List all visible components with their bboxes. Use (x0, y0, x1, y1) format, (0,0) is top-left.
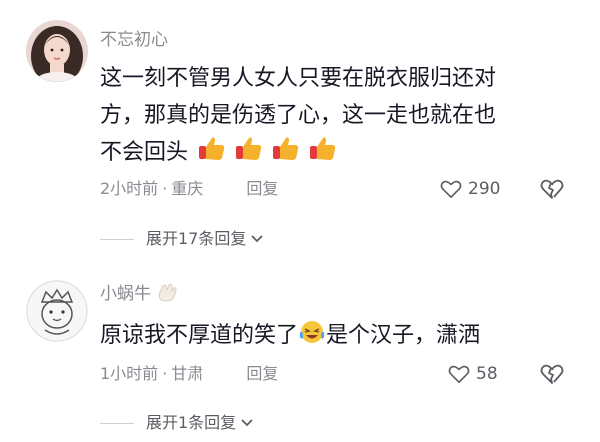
comment-meta: 1小时前 · 甘肃 回复 (100, 363, 278, 385)
comment-2: 小蜗牛 原谅我不厚道的笑了 是个汉子，潇洒 1小时前 · 甘肃 回复 58 展开1条回… (0, 260, 600, 442)
dislike-button[interactable] (540, 363, 564, 389)
thumbs-up-emoji-icon (310, 137, 336, 160)
heart-icon (448, 365, 470, 383)
chevron-down-icon (241, 419, 253, 427)
broken-heart-icon (540, 364, 564, 384)
waving-hand-icon (159, 283, 177, 302)
meta-separator: · (162, 364, 168, 383)
like-button[interactable]: 290 (440, 178, 500, 200)
username-text: 小蜗牛 (100, 284, 151, 304)
like-count: 290 (468, 179, 501, 199)
comment-meta: 2小时前 · 重庆 回复 (100, 178, 278, 200)
thumbs-up-emoji-icon (273, 137, 299, 160)
username[interactable]: 不忘初心 (100, 29, 168, 51)
heart-icon (440, 180, 462, 198)
like-count: 58 (476, 364, 498, 384)
expand-replies-button[interactable]: 展开17条回复 (100, 228, 264, 250)
comment-text: 原谅我不厚道的笑了 是个汉子，潇洒 (100, 317, 570, 354)
chevron-down-icon (251, 235, 264, 243)
divider-line (100, 422, 134, 424)
comment-location: 重庆 (171, 179, 204, 198)
thumbs-up-emoji-group (197, 137, 338, 165)
comment-time: 1小时前 (100, 364, 159, 383)
thumbs-up-emoji-icon (236, 137, 262, 160)
comment-1: 不忘初心 这一刻不管男人女人只要在脱衣服归还对 方，那真的是伤透了心，这一走也就… (0, 0, 600, 260)
username[interactable]: 小蜗牛 (100, 282, 178, 305)
comment-text-segment: 原谅我不厚道的笑了 (100, 323, 299, 348)
reply-button[interactable]: 回复 (246, 364, 278, 383)
dislike-button[interactable] (540, 178, 564, 204)
expand-replies-label: 展开17条回复 (146, 229, 247, 248)
meta-separator: · (162, 179, 168, 198)
laughing-tears-emoji-icon (299, 321, 325, 343)
comment-text-line: 不会回头 (100, 134, 570, 171)
comment-location: 甘肃 (171, 364, 204, 383)
divider-line (100, 238, 134, 240)
avatar[interactable] (26, 20, 88, 82)
expand-replies-label: 展开1条回复 (146, 413, 237, 432)
comment-text-line: 这一刻不管男人女人只要在脱衣服归还对 (100, 66, 497, 91)
comment-text-line: 方，那真的是伤透了心，这一走也就在也 (100, 103, 497, 128)
broken-heart-icon (540, 179, 564, 199)
comment-text-segment: 不会回头 (100, 140, 189, 165)
comment-text-segment: 是个汉子，潇洒 (326, 323, 481, 348)
comment-text: 这一刻不管男人女人只要在脱衣服归还对 方，那真的是伤透了心，这一走也就在也 不会… (100, 60, 570, 171)
avatar[interactable] (26, 280, 88, 342)
expand-replies-button[interactable]: 展开1条回复 (100, 412, 254, 434)
thumbs-up-emoji-icon (199, 137, 225, 160)
reply-button[interactable]: 回复 (246, 179, 278, 198)
like-button[interactable]: 58 (448, 363, 498, 385)
comment-time: 2小时前 (100, 179, 159, 198)
